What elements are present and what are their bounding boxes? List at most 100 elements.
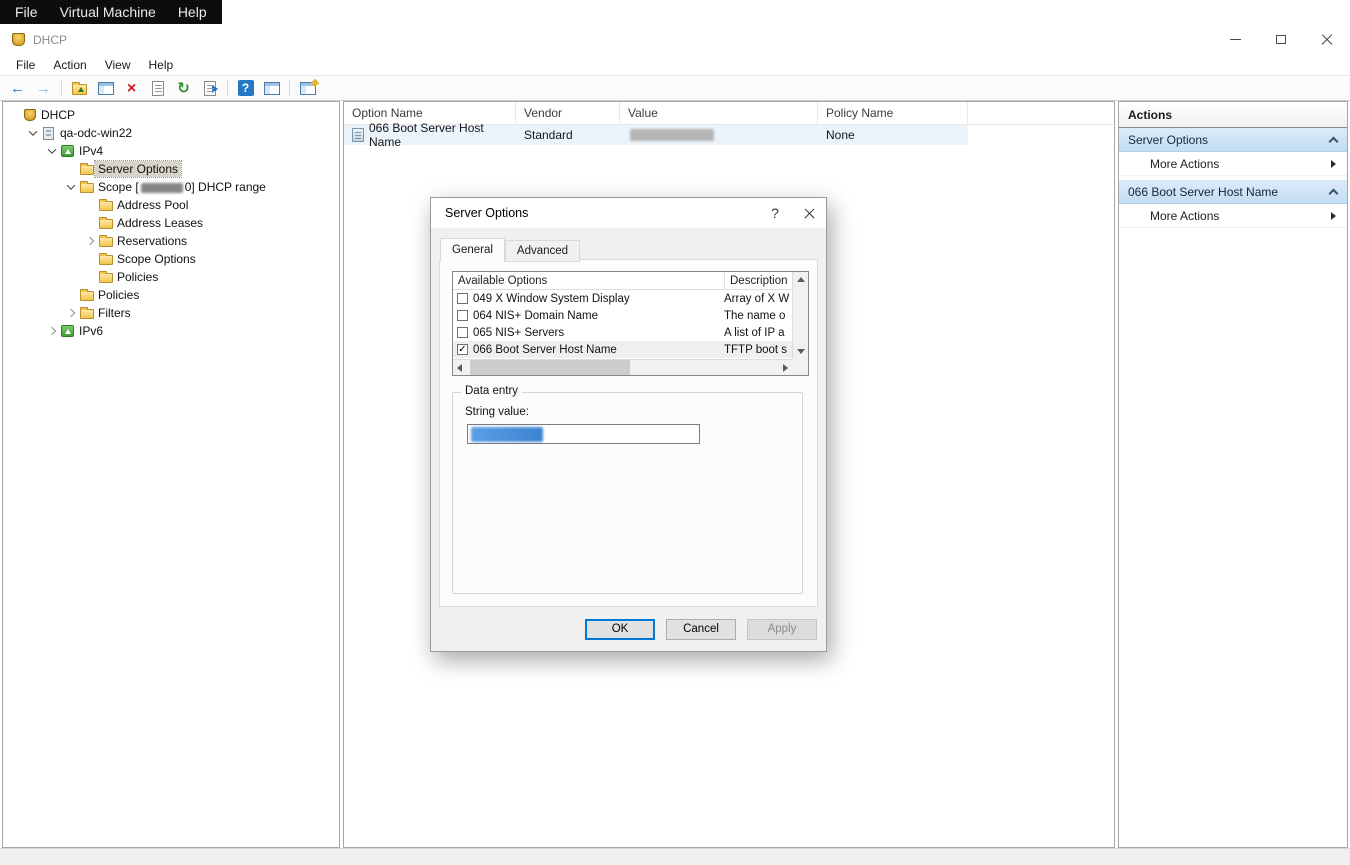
scroll-down-icon[interactable]	[797, 349, 805, 354]
option-name: 066 Boot Server Host Name	[369, 121, 516, 149]
show-console-tree-button[interactable]	[94, 78, 117, 99]
maximize-button[interactable]	[1258, 24, 1304, 55]
ipv4-icon	[59, 145, 76, 157]
string-value-input[interactable]	[467, 424, 700, 444]
folder-icon	[97, 235, 114, 247]
tree-item-address-leases[interactable]: Address Leases	[3, 214, 339, 232]
properties-button[interactable]	[146, 78, 169, 99]
export-list-button[interactable]	[198, 78, 221, 99]
folder-icon	[78, 307, 95, 319]
action-pane-toggle-button[interactable]	[296, 78, 319, 99]
delete-icon: ×	[127, 81, 136, 96]
string-value-label: String value:	[465, 406, 529, 418]
column-header-available-options[interactable]: Available Options	[453, 272, 725, 289]
ok-button[interactable]: OK	[585, 619, 655, 640]
help-button[interactable]: ?	[234, 78, 257, 99]
tree-item-ipv6[interactable]: IPv6	[3, 322, 339, 340]
refresh-icon: ↻	[177, 81, 190, 96]
option-049-row[interactable]: 049 X Window System Display Array of X W	[453, 290, 792, 307]
expander-icon[interactable]	[83, 238, 97, 244]
console-window-button[interactable]	[260, 78, 283, 99]
option-vendor: Standard	[516, 128, 620, 142]
tree-item-ipv4[interactable]: IPv4	[3, 142, 339, 160]
window-controls	[1212, 24, 1350, 55]
column-header-policy-name[interactable]: Policy Name	[818, 102, 968, 124]
more-actions-server-options[interactable]: More Actions	[1119, 152, 1347, 176]
folder-icon	[78, 181, 95, 193]
help-icon: ?	[238, 80, 254, 96]
apply-button[interactable]: Apply	[747, 619, 817, 640]
tree-item-address-pool[interactable]: Address Pool	[3, 196, 339, 214]
dhcp-root-icon	[21, 109, 38, 121]
column-header-vendor[interactable]: Vendor	[516, 102, 620, 124]
column-header-value[interactable]: Value	[620, 102, 818, 124]
menu-view[interactable]: View	[96, 58, 140, 72]
action-section-066-boot-server-host-name[interactable]: 066 Boot Server Host Name	[1119, 180, 1347, 204]
tree-item-qa-odc-win22[interactable]: qa-odc-win22	[3, 124, 339, 142]
actions-pane-title: Actions	[1119, 102, 1347, 128]
vm-menu-virtual-machine[interactable]: Virtual Machine	[49, 0, 167, 24]
collapse-section-icon[interactable]	[1329, 188, 1339, 198]
server-icon	[40, 127, 57, 140]
dialog-titlebar: Server Options ?	[431, 198, 826, 228]
option-066-row[interactable]: ✓ 066 Boot Server Host Name TFTP boot s	[453, 341, 792, 358]
tree-item-scope-policies[interactable]: Policies	[3, 268, 339, 286]
dialog-close-button[interactable]	[792, 198, 826, 228]
action-section-server-options[interactable]: Server Options	[1119, 128, 1347, 152]
folder-icon	[78, 163, 95, 175]
vertical-scrollbar[interactable]	[792, 272, 808, 359]
scroll-right-icon[interactable]	[783, 364, 788, 372]
expander-icon[interactable]	[64, 310, 78, 316]
tree-item-dhcp[interactable]: DHCP	[3, 106, 339, 124]
options-list-header: Available Options Description	[453, 272, 792, 290]
checkbox-049[interactable]	[457, 293, 468, 304]
refresh-button[interactable]: ↻	[172, 78, 195, 99]
expander-icon[interactable]	[26, 130, 40, 136]
tree-item-scope-options[interactable]: Scope Options	[3, 250, 339, 268]
tab-advanced[interactable]: Advanced	[505, 240, 580, 262]
scrollbar-thumb[interactable]	[470, 360, 630, 375]
column-header-description[interactable]: Description	[725, 272, 792, 289]
scroll-up-icon[interactable]	[797, 277, 805, 282]
folder-icon	[97, 271, 114, 283]
tree-item-policies[interactable]: Policies	[3, 286, 339, 304]
show-console-tree-icon	[98, 82, 114, 95]
more-actions-066[interactable]: More Actions	[1119, 204, 1347, 228]
forward-icon: →	[36, 81, 51, 96]
option-icon	[352, 128, 364, 142]
menu-help[interactable]: Help	[140, 58, 183, 72]
tree-item-reservations[interactable]: Reservations	[3, 232, 339, 250]
horizontal-scrollbar[interactable]	[453, 359, 792, 375]
forward-button[interactable]: →	[32, 78, 55, 99]
tree-item-server-options[interactable]: Server Options	[3, 160, 339, 178]
option-row-066[interactable]: 066 Boot Server Host Name Standard None	[344, 125, 968, 145]
collapse-section-icon[interactable]	[1329, 136, 1339, 146]
checkbox-066-checked[interactable]: ✓	[457, 344, 468, 355]
vm-menu-file[interactable]: File	[4, 0, 49, 24]
toolbar-separator	[289, 80, 290, 96]
redacted-scope-ip	[141, 183, 183, 193]
option-064-row[interactable]: 064 NIS+ Domain Name The name o	[453, 307, 792, 324]
checkbox-065[interactable]	[457, 327, 468, 338]
up-one-level-button[interactable]	[68, 78, 91, 99]
vm-menu-help[interactable]: Help	[167, 0, 218, 24]
maximize-icon	[1276, 35, 1286, 44]
back-button[interactable]: ←	[6, 78, 29, 99]
tree-item-filters[interactable]: Filters	[3, 304, 339, 322]
expander-icon[interactable]	[64, 184, 78, 190]
expander-icon[interactable]	[45, 148, 59, 154]
tree-item-scope[interactable]: Scope [0] DHCP range	[3, 178, 339, 196]
expander-icon[interactable]	[45, 328, 59, 334]
delete-button[interactable]: ×	[120, 78, 143, 99]
menu-action[interactable]: Action	[44, 58, 95, 72]
cancel-button[interactable]: Cancel	[666, 619, 736, 640]
tab-general[interactable]: General	[440, 238, 505, 262]
option-065-row[interactable]: 065 NIS+ Servers A list of IP a	[453, 324, 792, 341]
minimize-button[interactable]	[1212, 24, 1258, 55]
dialog-help-button[interactable]: ?	[758, 198, 792, 228]
scrollbar-corner	[792, 359, 808, 375]
scroll-left-icon[interactable]	[457, 364, 462, 372]
menu-file[interactable]: File	[7, 58, 44, 72]
close-button[interactable]	[1304, 24, 1350, 55]
checkbox-064[interactable]	[457, 310, 468, 321]
